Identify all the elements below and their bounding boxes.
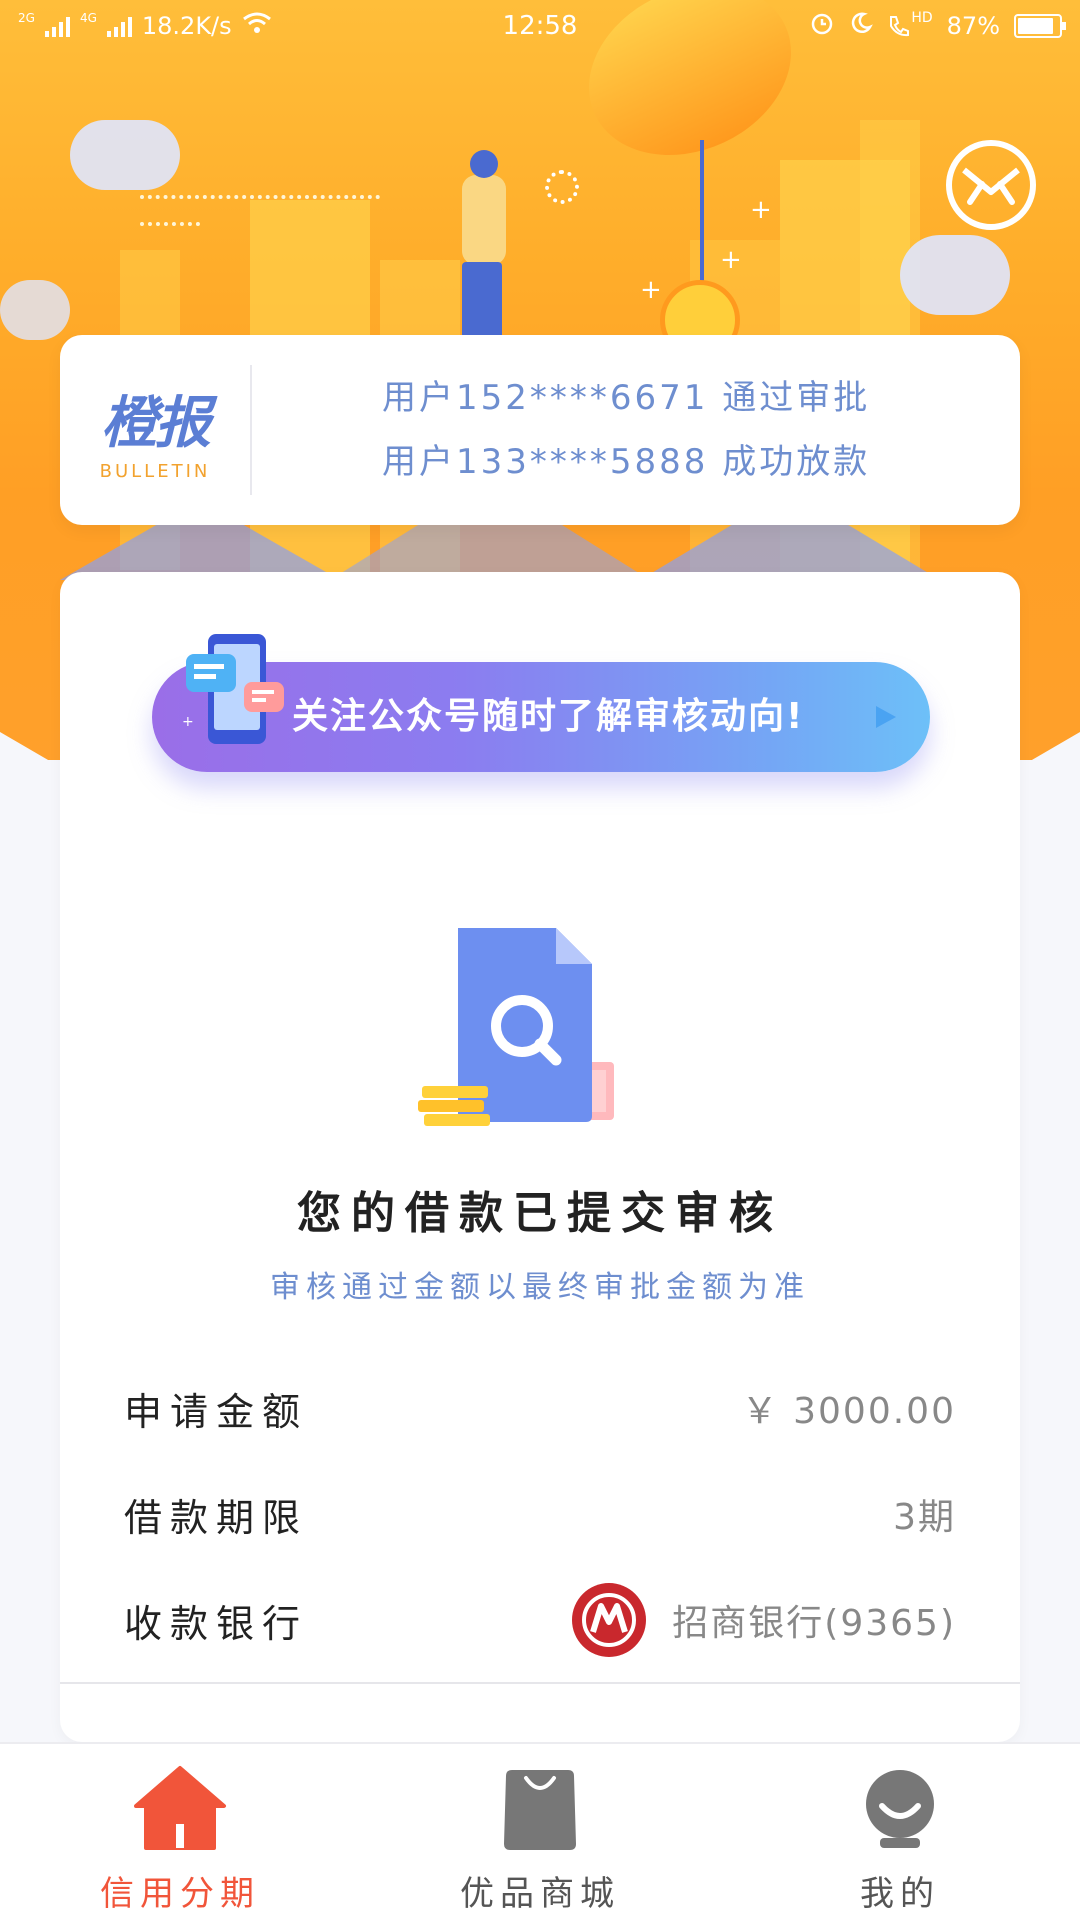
network-type-label-2: 4G (79, 11, 97, 25)
battery-icon (1014, 14, 1066, 38)
promo-text: 关注公众号随时了解审核动向! (292, 696, 805, 737)
cmb-bank-logo-icon (572, 1583, 647, 1657)
detail-label: 借款期限 (124, 1495, 309, 1540)
bulletin-card[interactable]: 橙报 BULLETIN 用户152****6671 通过审批 用户133****… (60, 335, 1020, 525)
status-bar: 2G 4G 18.2K/s 12:58 HD 87% (0, 0, 1080, 52)
svg-text:+: + (182, 714, 194, 730)
shopping-bag-icon (410, 1764, 670, 1854)
home-icon (50, 1764, 310, 1854)
bulletin-line: 用户152****6671 通过审批 (382, 378, 871, 418)
detail-row-term: 借款期限 3期 (124, 1484, 956, 1544)
bottom-navigation: 信用分期 优品商城 我的 (0, 1742, 1080, 1920)
hd-call-icon: HD (887, 10, 933, 38)
clock: 12:58 (502, 11, 578, 41)
detail-label: 申请金额 (124, 1389, 309, 1434)
moon-icon (849, 11, 874, 41)
nav-label: 我的 (860, 1874, 940, 1914)
bulletin-lines: 用户152****6671 通过审批 用户133****5888 成功放款 (252, 366, 870, 494)
play-arrow-icon (874, 704, 898, 734)
svg-text:+: + (274, 628, 286, 644)
bulletin-logo-cn: 橙报 (101, 391, 211, 456)
phone-chat-icon: + + (180, 626, 290, 760)
signal-icon (44, 15, 70, 37)
detail-value-bank: 招商银行(9365) (572, 1583, 956, 1657)
detail-row-amount: 申请金额 ￥ 3000.00 (124, 1378, 956, 1438)
nav-tab-mine[interactable]: 我的 (770, 1764, 1030, 1915)
network-type-label: 2G (18, 11, 35, 25)
follow-account-banner[interactable]: + + 关注公众号随时了解审核动向! (152, 628, 930, 772)
detail-label: 收款银行 (124, 1601, 309, 1646)
loan-status-card: + + 关注公众号随时了解审核动向! 您的借款已提交审核 审核通过金额以最终审批… (60, 572, 1020, 1742)
hd-label: HD (911, 10, 933, 26)
nav-label: 优品商城 (460, 1874, 620, 1914)
status-subtitle: 审核通过金额以最终审批金额为准 (270, 1270, 810, 1305)
battery-percent: 87% (946, 12, 1000, 40)
status-title: 您的借款已提交审核 (297, 1188, 783, 1239)
brand-logo-icon (946, 140, 1036, 230)
profile-icon (770, 1764, 1030, 1854)
document-search-icon (418, 922, 628, 1146)
bulletin-logo: 橙报 BULLETIN (60, 365, 252, 495)
bank-name: 招商银行(9365) (672, 1603, 956, 1644)
nav-tab-credit-installment[interactable]: 信用分期 (50, 1764, 310, 1915)
detail-value: ￥ 3000.00 (741, 1391, 956, 1432)
bulletin-logo-en: BULLETIN (99, 461, 211, 482)
divider (60, 1682, 1020, 1684)
detail-value: 3期 (893, 1497, 956, 1538)
wifi-icon (242, 11, 272, 41)
signal-icon-2 (106, 15, 132, 37)
alarm-icon (809, 10, 835, 42)
detail-row-bank: 收款银行 招商银行(9365) (124, 1583, 956, 1657)
bulletin-line: 用户133****5888 成功放款 (382, 442, 871, 482)
nav-label: 信用分期 (100, 1874, 260, 1914)
nav-tab-shop[interactable]: 优品商城 (410, 1764, 670, 1915)
network-speed: 18.2K/s (141, 12, 232, 40)
